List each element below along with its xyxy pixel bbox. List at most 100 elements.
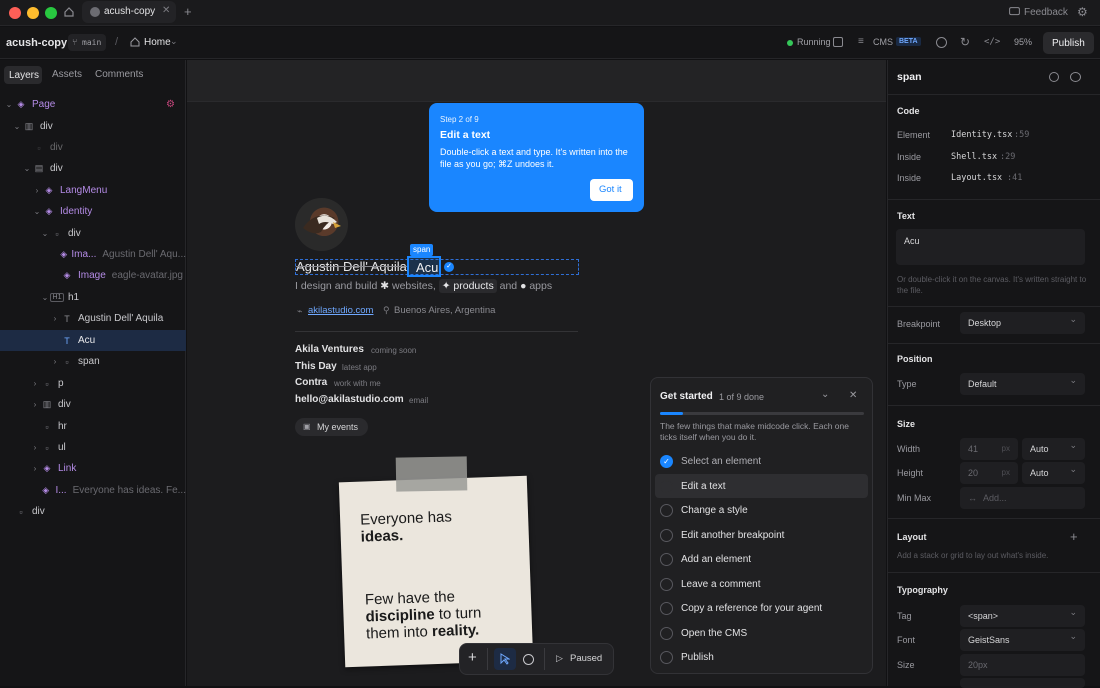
hero-name[interactable]: Agustin Dell' Aquila xyxy=(296,259,407,274)
close-window-button[interactable] xyxy=(9,7,21,19)
link-akila-ventures[interactable]: Akila Ventures xyxy=(295,344,364,355)
position-type-select[interactable]: Default xyxy=(960,373,1085,395)
minmax-label: Min Max xyxy=(897,493,932,503)
width-mode-select[interactable]: Auto xyxy=(1022,438,1085,460)
products-chip: ✦ products xyxy=(438,279,497,293)
layer-row-hr[interactable]: ▫ hr xyxy=(0,416,186,437)
layer-row-span[interactable]: › ▫ span xyxy=(0,351,186,372)
collapse-chevron-icon[interactable]: ⌄ xyxy=(821,389,829,400)
tab-layers[interactable]: Layers xyxy=(4,66,42,84)
avatar-eagle-image[interactable] xyxy=(295,198,348,251)
task-copy-reference[interactable]: Copy a reference for your agent xyxy=(655,596,868,620)
tab-comments[interactable]: Comments xyxy=(95,69,143,80)
layer-row-image[interactable]: ◈ Image eagle-avatar.jpg xyxy=(0,265,186,286)
target-icon[interactable] xyxy=(1049,72,1059,82)
task-publish[interactable]: Publish xyxy=(655,645,868,669)
task-leave-comment[interactable]: Leave a comment xyxy=(655,572,868,596)
website-link[interactable]: akilastudio.com xyxy=(308,305,373,316)
tab-assets[interactable]: Assets xyxy=(52,69,82,80)
terminal-icon[interactable] xyxy=(833,37,843,47)
refresh-icon[interactable]: ↻ xyxy=(960,35,970,49)
globe-preview-icon[interactable] xyxy=(936,37,947,48)
layer-row-div[interactable]: › ▥ div xyxy=(0,394,186,415)
layer-row-acu-selected[interactable]: T Acu xyxy=(0,330,186,351)
inside-file[interactable]: Shell.tsx xyxy=(951,152,997,162)
task-edit-text[interactable]: Edit a text xyxy=(655,474,868,498)
layer-row-image[interactable]: ◈ Ima... Agustin Dell' Aqu... xyxy=(0,244,186,265)
code-icon[interactable]: </> xyxy=(984,37,1000,47)
bio-text[interactable]: I design and build ✱ websites, ✦ product… xyxy=(295,279,552,293)
inside-label: Inside xyxy=(897,152,922,162)
font-size-input[interactable]: 20px xyxy=(960,654,1085,676)
get-started-title: Get started xyxy=(660,391,713,402)
layer-row-langmenu[interactable]: › ◈ LangMenu xyxy=(0,180,186,201)
layer-sublabel: Everyone has ideas. Fe... xyxy=(72,485,186,496)
settings-icon[interactable]: ⚙ xyxy=(166,99,175,110)
link-email[interactable]: hello@akilastudio.com xyxy=(295,394,404,405)
got-it-button[interactable]: Got it xyxy=(590,179,633,201)
link-contra[interactable]: Contra xyxy=(295,377,327,388)
layer-row-div[interactable]: ▫ div xyxy=(0,501,186,522)
inside-file[interactable]: Layout.tsx xyxy=(951,173,1002,183)
zoom-level[interactable]: 95% xyxy=(1014,37,1032,47)
layer-row-p[interactable]: › ▫ p xyxy=(0,373,186,394)
comment-icon[interactable] xyxy=(1070,72,1081,82)
project-name[interactable]: acush-copy xyxy=(6,37,67,49)
layer-row-div[interactable]: ⌄ ▤ div xyxy=(0,158,186,179)
task-select-element[interactable]: ✓ Select an element xyxy=(655,449,868,473)
layer-row-identity[interactable]: ⌄ ◈ Identity xyxy=(0,201,186,222)
close-tab-icon[interactable]: ✕ xyxy=(162,5,170,16)
element-file[interactable]: Identity.tsx xyxy=(951,130,1012,140)
minimize-window-button[interactable] xyxy=(27,7,39,19)
new-tab-icon[interactable]: + xyxy=(184,4,192,19)
grid-icon: ▥ xyxy=(42,399,52,409)
home-icon[interactable] xyxy=(63,6,75,18)
next-field[interactable] xyxy=(960,678,1085,688)
heading-badge: H1 xyxy=(50,293,64,302)
minmax-add-button[interactable]: ↔ Add... xyxy=(960,487,1085,509)
close-icon[interactable]: ✕ xyxy=(849,390,857,401)
layer-row-ul[interactable]: › ▫ ul xyxy=(0,437,186,458)
type-label: Type xyxy=(897,379,917,389)
layer-row-div[interactable]: ⌄ ▫ div xyxy=(0,223,186,244)
layer-label: Image xyxy=(78,270,106,281)
layer-row-image-note[interactable]: ◈ I... Everyone has ideas. Fe... xyxy=(0,480,186,501)
add-element-icon[interactable]: + xyxy=(468,649,477,666)
page-selector[interactable]: Home xyxy=(144,37,171,48)
paused-button[interactable]: Paused xyxy=(570,653,602,664)
height-input[interactable]: 20 px xyxy=(960,462,1018,484)
branch-selector[interactable]: ⑂ main xyxy=(68,34,106,51)
layer-row-div[interactable]: ⌄ ▥ div xyxy=(0,116,186,137)
layer-row-link[interactable]: › ◈ Link xyxy=(0,458,186,479)
breakpoint-select[interactable]: Desktop xyxy=(960,312,1085,334)
add-layout-icon[interactable]: + xyxy=(1070,529,1078,544)
comment-bubble-icon[interactable] xyxy=(523,654,534,665)
layer-row-text[interactable]: › T Agustin Dell' Aquila xyxy=(0,308,186,329)
text-content-input[interactable]: Acu xyxy=(896,229,1085,265)
task-add-element[interactable]: Add an element xyxy=(655,547,868,571)
publish-button[interactable]: Publish xyxy=(1043,32,1094,54)
height-mode-select[interactable]: Auto xyxy=(1022,462,1085,484)
feedback-button[interactable]: Feedback xyxy=(1024,7,1068,18)
selected-acu-box[interactable]: Acu xyxy=(407,256,441,277)
task-change-style[interactable]: Change a style xyxy=(655,498,868,522)
width-input[interactable]: 41 px xyxy=(960,438,1018,460)
font-select[interactable]: GeistSans xyxy=(960,629,1085,651)
note-text: to turn xyxy=(438,604,482,623)
tag-select[interactable]: <span> xyxy=(960,605,1085,627)
maximize-window-button[interactable] xyxy=(45,7,57,19)
layer-row-div[interactable]: ▫ div xyxy=(0,137,186,158)
my-events-button[interactable]: ▣ My events xyxy=(295,418,368,436)
layer-row-h1[interactable]: ⌄ H1 h1 xyxy=(0,287,186,308)
layer-row-page[interactable]: ⌄ ◈ Page ⚙ xyxy=(0,94,186,115)
sticky-note-image[interactable]: Everyone has ideas. Few have the discipl… xyxy=(338,475,534,668)
divider xyxy=(295,331,578,332)
task-edit-breakpoint[interactable]: Edit another breakpoint xyxy=(655,523,868,547)
link-note: email xyxy=(409,396,429,405)
link-this-day[interactable]: This Day xyxy=(295,361,337,372)
cms-button[interactable]: CMS xyxy=(873,37,893,47)
select-tool-button[interactable] xyxy=(494,648,516,670)
project-tab[interactable]: acush-copy ✕ xyxy=(82,1,176,23)
settings-gear-icon[interactable]: ⚙ xyxy=(1077,5,1088,19)
task-open-cms[interactable]: Open the CMS xyxy=(655,621,868,645)
